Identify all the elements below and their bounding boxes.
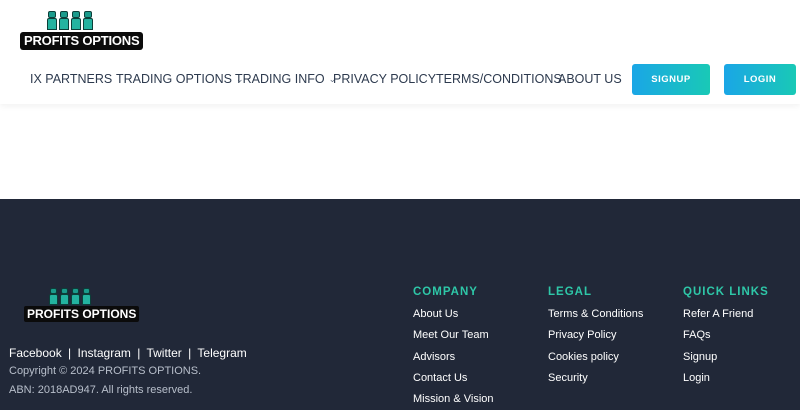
footer-logo[interactable]: PROFITS OPTIONS bbox=[24, 287, 140, 323]
nav-item-privacy-policy[interactable]: PRIVACY POLICY bbox=[333, 71, 436, 87]
site-header: PROFITS OPTIONS IX PARTNERS TRADING OPTI… bbox=[0, 0, 800, 104]
twitter-link[interactable]: Twitter bbox=[146, 346, 181, 360]
footer-link-about-us[interactable]: About Us bbox=[413, 307, 494, 328]
footer-link-faqs[interactable]: FAQs bbox=[683, 328, 769, 349]
nav-item-ix-partners[interactable]: IX PARTNERS bbox=[30, 71, 112, 87]
instagram-link[interactable]: Instagram bbox=[78, 346, 131, 360]
footer-link-refer-friend[interactable]: Refer A Friend bbox=[683, 307, 769, 328]
nav-item-trading-info[interactable]: TRADING INFO ⌄ bbox=[235, 71, 336, 88]
social-links: Facebook | Instagram | Twitter | Telegra… bbox=[9, 346, 247, 360]
logo-wordmark: PROFITS OPTIONS bbox=[24, 306, 140, 322]
telegram-link[interactable]: Telegram bbox=[197, 346, 246, 360]
logo-wordmark: PROFITS OPTIONS bbox=[20, 32, 144, 50]
nav-label: PRIVACY POLICY bbox=[333, 72, 437, 86]
nav-item-terms-conditions[interactable]: TERMS/CONDITIONS bbox=[436, 71, 562, 87]
footer-column-legal: LEGAL Terms & Conditions Privacy Policy … bbox=[548, 286, 643, 392]
login-button[interactable]: LOGIN bbox=[724, 64, 796, 95]
abn-text: ABN: 2018AD947. All rights reserved. bbox=[9, 384, 193, 396]
signup-button[interactable]: SIGNUP bbox=[632, 64, 710, 95]
nav-label: TRADING OPTIONS bbox=[116, 72, 232, 86]
column-title: COMPANY bbox=[413, 286, 478, 298]
site-footer: PROFITS OPTIONS Facebook | Instagram | T… bbox=[0, 199, 800, 410]
footer-link-signup[interactable]: Signup bbox=[683, 350, 769, 371]
footer-column-company: COMPANY About Us Meet Our Team Advisors … bbox=[413, 286, 494, 413]
logo-figures-icon bbox=[48, 287, 91, 305]
nav-item-trading-options[interactable]: TRADING OPTIONS ⌄ bbox=[116, 71, 244, 88]
nav-label: TRADING INFO bbox=[235, 72, 325, 86]
copyright-text: Copyright © 2024 PROFITS OPTIONS. bbox=[9, 365, 202, 377]
footer-link-login[interactable]: Login bbox=[683, 371, 769, 392]
separator: | bbox=[68, 346, 72, 360]
footer-link-cookies[interactable]: Cookies policy bbox=[548, 350, 643, 371]
footer-link-meet-our-team[interactable]: Meet Our Team bbox=[413, 328, 494, 349]
separator: | bbox=[137, 346, 141, 360]
footer-link-contact-us[interactable]: Contact Us bbox=[413, 371, 494, 392]
logo-figures-icon bbox=[46, 10, 93, 32]
column-title: LEGAL bbox=[548, 286, 592, 298]
footer-link-terms[interactable]: Terms & Conditions bbox=[548, 307, 643, 328]
site-logo[interactable]: PROFITS OPTIONS bbox=[20, 10, 144, 52]
column-title: QUICK LINKS bbox=[683, 286, 769, 298]
footer-link-advisors[interactable]: Advisors bbox=[413, 350, 494, 371]
nav-label: IX PARTNERS bbox=[30, 72, 113, 86]
nav-label: ABOUT US bbox=[558, 72, 622, 86]
nav-label: TERMS/CONDITIONS bbox=[436, 72, 562, 86]
footer-column-quick-links: QUICK LINKS Refer A Friend FAQs Signup L… bbox=[683, 286, 769, 392]
footer-link-privacy[interactable]: Privacy Policy bbox=[548, 328, 643, 349]
footer-link-security[interactable]: Security bbox=[548, 371, 643, 392]
nav-item-about-us[interactable]: ABOUT US bbox=[558, 71, 622, 87]
separator: | bbox=[188, 346, 192, 360]
facebook-link[interactable]: Facebook bbox=[9, 346, 62, 360]
